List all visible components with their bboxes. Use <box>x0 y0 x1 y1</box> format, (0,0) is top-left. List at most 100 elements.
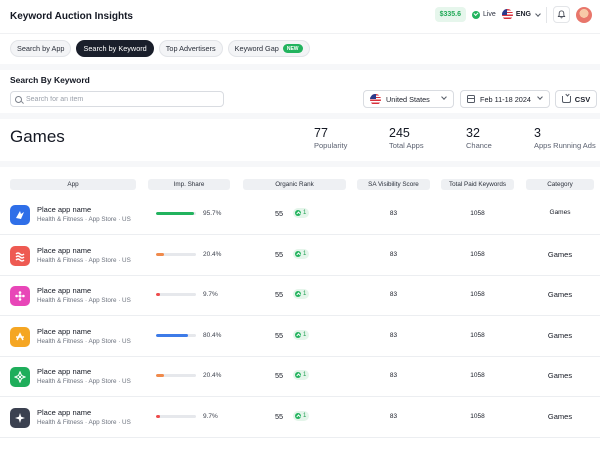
rank-change-value: 1 <box>303 291 307 298</box>
category-value: Games <box>547 330 573 340</box>
app-name[interactable]: Place app name <box>37 246 91 255</box>
column-header-imp-share[interactable]: Imp. Share <box>148 179 230 190</box>
app-name[interactable]: Place app name <box>37 408 91 417</box>
visibility-score: 83 <box>389 210 398 217</box>
divider <box>546 6 547 23</box>
table-row[interactable]: Place app name Health & Fitness · App Sto… <box>0 276 600 317</box>
tab-search-by-app[interactable]: Search by App <box>10 40 72 57</box>
tab-label: Keyword Gap <box>234 44 279 53</box>
balance-badge[interactable]: $335.6 <box>434 7 466 22</box>
rank-change-badge: 1 <box>293 370 310 381</box>
rank-change-badge: 1 <box>293 208 310 218</box>
imp-share-value: 80.4% <box>203 331 222 339</box>
organic-rank-value: 55 <box>275 209 284 218</box>
paid-keywords-count: 1058 <box>470 372 485 380</box>
visibility-score: 83 <box>389 413 398 420</box>
column-header-paid-keywords[interactable]: Total Paid Keywords <box>441 179 514 190</box>
visibility-score: 83 <box>389 372 398 380</box>
bell-icon <box>557 10 566 19</box>
column-header-visibility[interactable]: SA Visibility Score <box>357 179 430 190</box>
search-input[interactable] <box>26 95 206 103</box>
paid-keywords-count: 1058 <box>470 331 485 339</box>
tab-bar: Search by App Search by Keyword Top Adve… <box>10 40 310 57</box>
arrow-up-icon <box>295 291 301 298</box>
tab-label: Search by App <box>17 44 65 53</box>
live-label: Live <box>482 11 496 18</box>
search-field[interactable] <box>10 91 224 107</box>
rank-change-badge: 1 <box>293 329 310 340</box>
imp-share-bar <box>156 252 196 256</box>
app-subtitle: Health & Fitness · App Store · US <box>37 216 131 223</box>
stat-chance: 32 Chance <box>466 126 492 150</box>
organic-rank-value: 55 <box>275 371 284 381</box>
column-header-category[interactable]: Category <box>526 179 594 190</box>
rank-change-value: 1 <box>303 372 307 379</box>
arrow-up-icon <box>295 413 301 419</box>
imp-share-value: 95.7% <box>203 210 222 217</box>
paid-keywords-count: 1058 <box>470 413 485 420</box>
rank-change-badge: 1 <box>293 411 310 421</box>
search-icon <box>15 95 22 103</box>
imp-share-fill <box>156 212 195 215</box>
chevron-down-icon <box>537 94 543 100</box>
tab-search-by-keyword[interactable]: Search by Keyword <box>76 40 154 57</box>
pink-flower-icon <box>10 286 30 307</box>
rank-change-value: 1 <box>303 210 307 216</box>
imp-share-fill <box>156 333 189 337</box>
imp-share-bar <box>156 293 196 297</box>
tab-keyword-gap[interactable]: Keyword Gap NEW <box>227 40 310 57</box>
country-value: United States <box>386 94 430 104</box>
stat-apps-running-ads: 3 Apps Running Ads <box>534 126 596 150</box>
table-row[interactable]: Place app name Health & Fitness · App Sto… <box>0 195 600 235</box>
red-waves-icon <box>10 245 30 266</box>
export-label: CSV <box>574 94 591 104</box>
table-row[interactable]: Place app name Health & Fitness · App Sto… <box>0 398 600 438</box>
app-name[interactable]: Place app name <box>37 327 91 336</box>
category-value: Games <box>549 209 571 216</box>
organic-rank-value: 55 <box>275 330 284 340</box>
tab-top-advertisers[interactable]: Top Advertisers <box>158 40 223 57</box>
app-name[interactable]: Place app name <box>37 286 91 295</box>
section-divider <box>0 64 600 70</box>
export-csv-button[interactable]: CSV <box>555 90 597 108</box>
section-divider <box>0 161 600 167</box>
notifications-button[interactable] <box>553 6 570 23</box>
section-divider <box>0 113 600 119</box>
table-row[interactable]: Place app name Health & Fitness · App Sto… <box>0 317 600 357</box>
rank-change-value: 1 <box>303 413 307 419</box>
new-badge: NEW <box>282 44 303 53</box>
organic-rank-value: 55 <box>275 290 284 300</box>
table-row[interactable]: Place app name Health & Fitness · App Sto… <box>0 357 600 398</box>
app-subtitle: Health & Fitness · App Store · US <box>37 337 131 345</box>
country-select[interactable]: United States <box>363 90 454 108</box>
stat-label: Chance <box>466 141 492 150</box>
chevron-down-icon <box>441 94 447 100</box>
app-name[interactable]: Place app name <box>37 367 91 376</box>
imp-share-value: 20.4% <box>203 250 222 258</box>
stat-value: 245 <box>389 126 410 140</box>
paid-keywords-count: 1058 <box>470 250 485 258</box>
tab-label: Search by Keyword <box>83 44 147 53</box>
tab-label: Top Advertisers <box>165 44 216 53</box>
column-header-organic-rank[interactable]: Organic Rank <box>243 179 346 190</box>
column-header-app[interactable]: App <box>10 179 136 190</box>
language-selector[interactable]: ENG <box>501 9 541 20</box>
blue-bird-icon <box>10 205 30 225</box>
green-cross-icon <box>10 367 30 388</box>
rank-change-badge: 1 <box>293 248 310 259</box>
calendar-icon <box>467 95 475 103</box>
stat-value: 77 <box>314 126 328 140</box>
category-value: Games <box>547 371 573 381</box>
stat-label: Total Apps <box>389 141 424 150</box>
date-range-select[interactable]: Feb 11-18 2024 <box>460 90 550 108</box>
category-value: Games <box>547 249 573 259</box>
app-name[interactable]: Place app name <box>37 205 91 214</box>
orange-sun-icon <box>10 326 30 347</box>
table-row[interactable]: Place app name Health & Fitness · App Sto… <box>0 236 600 276</box>
user-avatar[interactable] <box>576 6 592 23</box>
dark-star-icon <box>10 408 30 428</box>
stat-popularity: 77 Popularity <box>314 126 347 150</box>
live-status: Live <box>471 10 496 19</box>
imp-share-fill <box>156 374 165 378</box>
top-header: Keyword Auction Insights $335.6 Live ENG <box>0 0 600 34</box>
